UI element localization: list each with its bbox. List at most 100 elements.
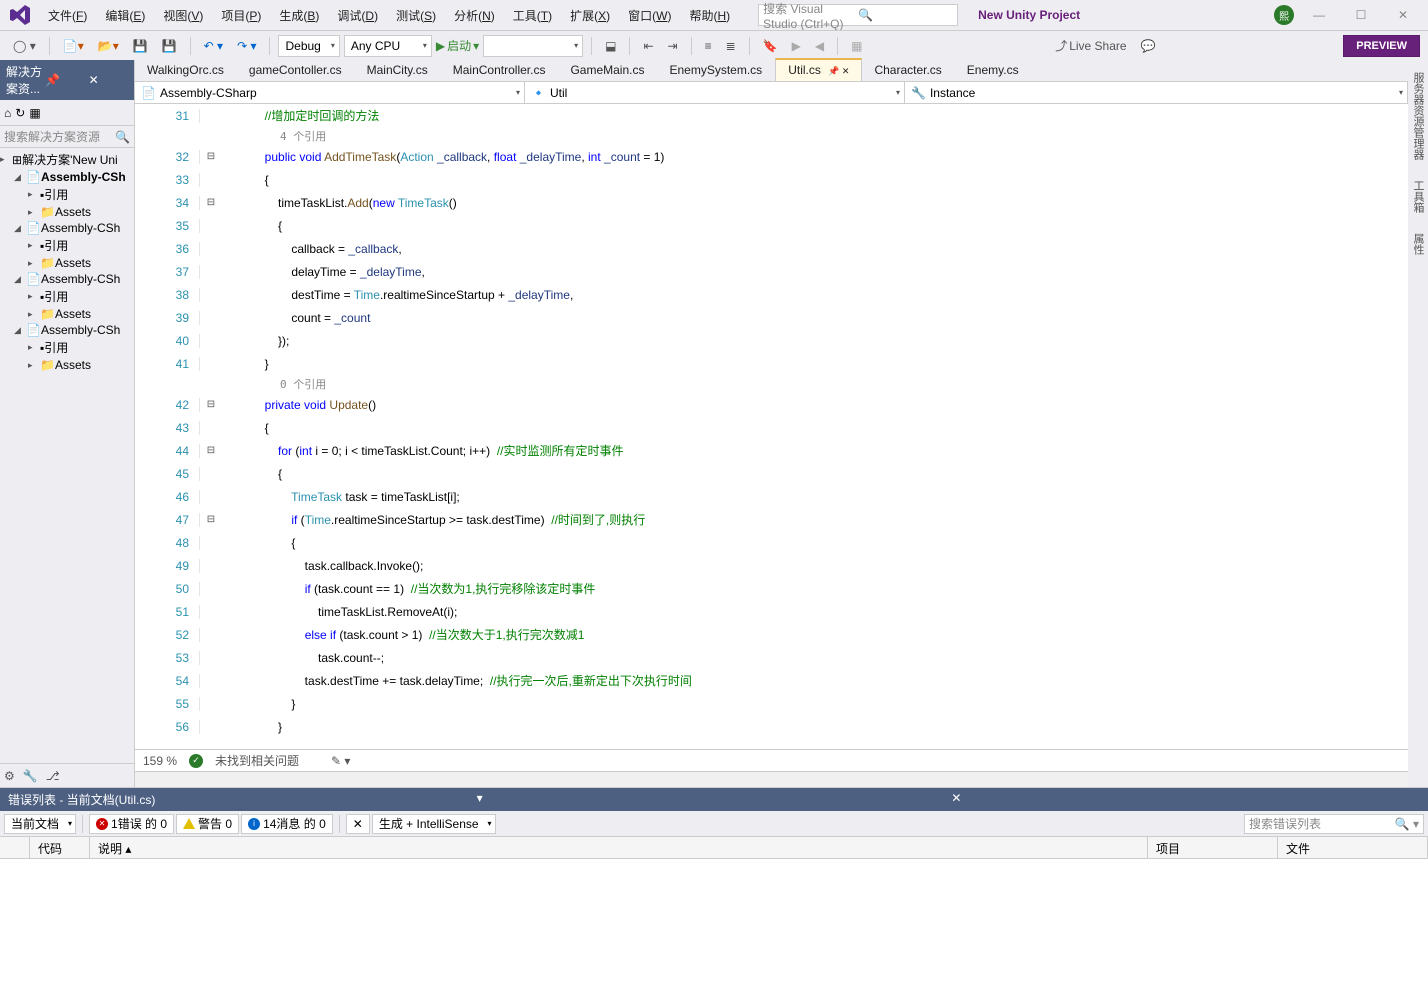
horizontal-scrollbar[interactable]	[135, 771, 1408, 787]
tree-refs-3[interactable]: ▸▪ 引用	[0, 338, 134, 357]
tree-project-3[interactable]: ◢📄 Assembly-CSh	[0, 322, 134, 338]
close-button[interactable]: ✕	[1386, 3, 1420, 27]
refresh-icon[interactable]: ↻	[15, 106, 25, 120]
tree-project-2[interactable]: ◢📄 Assembly-CSh	[0, 271, 134, 287]
search-box[interactable]: 搜索 Visual Studio (Ctrl+Q) 🔍	[758, 4, 958, 26]
user-badge[interactable]: 熙	[1274, 5, 1294, 25]
nav-class[interactable]: 🔹 Util	[525, 82, 905, 103]
save-all-button[interactable]: 💾	[157, 36, 182, 56]
ref-indicator[interactable]: 4 个引用	[135, 127, 1408, 145]
messages-filter[interactable]: i14消息 的 0	[241, 814, 333, 834]
menu-e[interactable]: 编辑(E)	[97, 3, 153, 28]
col-desc[interactable]: 说明 ▴	[90, 837, 1148, 858]
settings-icon[interactable]: ⚙	[4, 769, 15, 783]
file-tab-GameMain-cs[interactable]: GameMain.cs	[558, 60, 657, 81]
feedback-button[interactable]: 💬	[1136, 36, 1161, 56]
col-icon[interactable]	[0, 837, 30, 858]
next-btn[interactable]: ▶	[787, 36, 806, 56]
open-button[interactable]: 📂▾	[93, 36, 124, 56]
tree-assets-3[interactable]: ▸📁 Assets	[0, 357, 134, 373]
col-file[interactable]: 文件	[1278, 837, 1428, 858]
start-button[interactable]: ▶ 启动 ▾	[436, 37, 479, 54]
close-icon[interactable]: ✕	[89, 73, 128, 87]
tree-assets-2[interactable]: ▸📁 Assets	[0, 306, 134, 322]
redo-button[interactable]: ↷ ▾	[232, 36, 261, 56]
nav-back-button[interactable]: ◯ ▾	[8, 36, 41, 56]
new-button[interactable]: 📄▾	[58, 36, 89, 56]
target-combo[interactable]	[483, 35, 583, 57]
code-editor[interactable]: 31 //增加定时回调的方法4 个引用32⊟ public void AddTi…	[135, 104, 1408, 749]
comment-btn[interactable]: ≡	[700, 36, 717, 56]
minimize-button[interactable]: —	[1302, 3, 1336, 27]
file-tab-gameContoller-cs[interactable]: gameContoller.cs	[237, 60, 355, 81]
zoom-level[interactable]: 159 %	[143, 754, 177, 768]
tree-assets-1[interactable]: ▸📁 Assets	[0, 255, 134, 271]
build-combo[interactable]: 生成 + IntelliSense	[372, 814, 496, 834]
menu-n[interactable]: 分析(N)	[446, 3, 503, 28]
solution-root[interactable]: ▸⊞ 解决方案'New Uni	[0, 150, 134, 169]
error-search[interactable]: 搜索错误列表🔍 ▾	[1244, 814, 1424, 834]
file-tab-Util-cs[interactable]: Util.cs 📌 ✕	[775, 58, 862, 81]
solution-search[interactable]: 搜索解决方案资源🔍	[0, 126, 134, 148]
save-button[interactable]: 💾	[128, 36, 153, 56]
file-tab-Enemy-cs[interactable]: Enemy.cs	[955, 60, 1032, 81]
outdent-btn[interactable]: ⇥	[663, 36, 683, 56]
tool-btn-1[interactable]: ⬓	[600, 36, 621, 56]
tree-project-1[interactable]: ◢📄 Assembly-CSh	[0, 220, 134, 236]
menu-p[interactable]: 项目(P)	[213, 3, 269, 28]
uncomment-btn[interactable]: ≣	[721, 36, 741, 56]
file-tab-MainCity-cs[interactable]: MainCity.cs	[355, 60, 441, 81]
menu-h[interactable]: 帮助(H)	[681, 3, 738, 28]
right-tab[interactable]: 属性	[1408, 225, 1428, 263]
maximize-button[interactable]: ☐	[1344, 3, 1378, 27]
indent-btn[interactable]: ⇤	[638, 36, 658, 56]
menu-f[interactable]: 文件(F)	[40, 3, 95, 28]
preview-button[interactable]: PREVIEW	[1343, 35, 1420, 57]
file-tab-Character-cs[interactable]: Character.cs	[862, 60, 954, 81]
scope-combo[interactable]: 当前文档	[4, 814, 76, 834]
col-project[interactable]: 项目	[1148, 837, 1278, 858]
file-tab-MainController-cs[interactable]: MainController.cs	[441, 60, 559, 81]
errors-filter[interactable]: ✕1错误 的 0	[89, 814, 174, 834]
right-tab[interactable]: 工具箱	[1408, 172, 1428, 221]
menu-w[interactable]: 窗口(W)	[620, 3, 679, 28]
close-icon[interactable]: ✕	[951, 791, 1420, 808]
misc-btn[interactable]: ▦	[846, 36, 867, 56]
error-list-body[interactable]	[0, 859, 1428, 1002]
menu-x[interactable]: 扩展(X)	[562, 3, 618, 28]
menu-v[interactable]: 视图(V)	[155, 3, 211, 28]
tree-refs-1[interactable]: ▸▪ 引用	[0, 236, 134, 255]
menu-d[interactable]: 调试(D)	[329, 3, 386, 28]
nav-project[interactable]: 📄 Assembly-CSharp	[135, 82, 525, 103]
prev-btn[interactable]: ◀	[810, 36, 829, 56]
warnings-filter[interactable]: 警告 0	[176, 814, 239, 834]
bookmark-btn[interactable]: 🔖	[758, 36, 783, 56]
dropdown-icon[interactable]: ▾	[477, 791, 946, 808]
status-ok-icon: ✓	[189, 754, 203, 768]
git-icon[interactable]: ⎇	[46, 769, 60, 783]
file-tab-WalkingOrc-cs[interactable]: WalkingOrc.cs	[135, 60, 237, 81]
clear-filter[interactable]: ✕	[346, 814, 370, 834]
right-tab[interactable]: 服务器资源管理器	[1408, 64, 1428, 168]
tree-project-0[interactable]: ◢📄 Assembly-CSh	[0, 169, 134, 185]
home-icon[interactable]: ⌂	[4, 106, 11, 120]
pin-icon[interactable]: 📌	[45, 73, 84, 87]
menu-t[interactable]: 工具(T)	[505, 3, 560, 28]
tree-refs-0[interactable]: ▸▪ 引用	[0, 185, 134, 204]
tree-assets-0[interactable]: ▸📁 Assets	[0, 204, 134, 220]
live-share-button[interactable]: ⤴ Live Share	[1050, 34, 1131, 57]
file-tab-EnemySystem-cs[interactable]: EnemySystem.cs	[657, 60, 775, 81]
tool-icon[interactable]: 🔧	[23, 769, 38, 783]
nav-member[interactable]: 🔧 Instance	[905, 82, 1408, 103]
ref-indicator[interactable]: 0 个引用	[135, 375, 1408, 393]
platform-combo[interactable]: Any CPU	[344, 35, 432, 57]
undo-button[interactable]: ↶ ▾	[199, 36, 228, 56]
show-all-icon[interactable]: ▦	[29, 106, 40, 120]
right-panel-tabs: 服务器资源管理器工具箱属性	[1408, 60, 1428, 787]
code-line-42: 42⊟ private void Update()	[135, 393, 1408, 416]
menu-s[interactable]: 测试(S)	[388, 3, 444, 28]
col-code[interactable]: 代码	[30, 837, 90, 858]
menu-b[interactable]: 生成(B)	[271, 3, 327, 28]
config-combo[interactable]: Debug	[278, 35, 339, 57]
tree-refs-2[interactable]: ▸▪ 引用	[0, 287, 134, 306]
